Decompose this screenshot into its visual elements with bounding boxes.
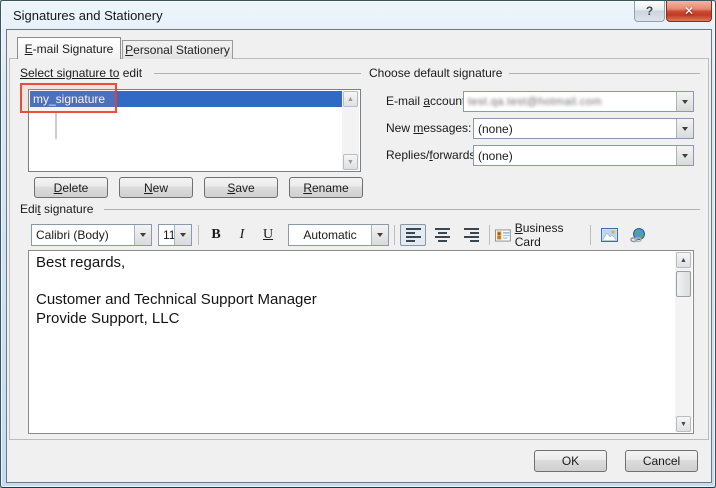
new-button[interactable]: New: [119, 177, 193, 198]
align-right-icon: [464, 228, 479, 242]
business-card-icon: [495, 229, 511, 242]
align-center-button[interactable]: [429, 224, 455, 246]
annotation-artifact-line: [55, 113, 57, 139]
close-button[interactable]: ✕: [666, 1, 712, 22]
group-divider: [154, 73, 361, 74]
align-right-button[interactable]: [458, 224, 484, 246]
button-label: OK: [562, 454, 579, 468]
dropdown-arrow-icon[interactable]: [134, 225, 151, 245]
window-title: Signatures and Stationery: [13, 8, 163, 23]
signatures-and-stationery-dialog: Signatures and Stationery ? ✕ E-mail Sig…: [0, 0, 716, 488]
signature-list-scrollbar[interactable]: ▲ ▼: [342, 91, 359, 170]
dropdown-arrow-icon[interactable]: [676, 119, 693, 138]
highlight-annotation-rect: [20, 83, 117, 113]
group-divider: [104, 209, 700, 210]
delete-button[interactable]: Delete: [34, 177, 108, 198]
rename-button[interactable]: Rename: [289, 177, 363, 198]
button-label: Cancel: [643, 454, 680, 468]
help-icon: ?: [646, 4, 653, 18]
font-size-select[interactable]: 11: [158, 224, 192, 246]
scroll-up-icon[interactable]: ▲: [343, 91, 358, 107]
email-account-label: E-mail account:: [386, 94, 469, 108]
dropdown-arrow-icon[interactable]: [676, 146, 693, 165]
signature-editor[interactable]: Best regards, Customer and Technical Sup…: [28, 250, 694, 434]
save-button[interactable]: Save: [204, 177, 278, 198]
tab-label: Personal Stationery: [125, 43, 230, 57]
tab-personal-stationery[interactable]: Personal Stationery: [122, 40, 233, 59]
font-color-value: Automatic: [289, 228, 371, 242]
insert-picture-button[interactable]: [596, 224, 622, 246]
font-family-select[interactable]: Calibri (Body): [31, 224, 152, 246]
italic-icon: I: [240, 227, 245, 243]
editor-scrollbar[interactable]: ▲ ▼: [675, 252, 692, 432]
replies-forwards-select[interactable]: (none): [473, 145, 694, 166]
new-messages-label: New messages:: [386, 121, 471, 135]
dropdown-arrow-icon[interactable]: [174, 225, 191, 245]
font-color-select[interactable]: Automatic: [288, 224, 389, 246]
dropdown-arrow-icon[interactable]: [676, 92, 693, 111]
tab-label: E-mail Signature: [25, 42, 114, 56]
toolbar-separator: [394, 225, 395, 245]
signature-body-text[interactable]: Best regards, Customer and Technical Sup…: [36, 254, 671, 328]
font-family-value: Calibri (Body): [32, 228, 134, 242]
font-size-value: 11: [159, 228, 174, 242]
dropdown-arrow-icon[interactable]: [371, 225, 388, 245]
close-icon: ✕: [684, 4, 694, 18]
edit-signature-group-label: Edit signature: [20, 202, 93, 216]
button-label: Save: [227, 181, 254, 195]
bold-icon: B: [211, 227, 220, 243]
italic-button[interactable]: I: [230, 224, 254, 246]
align-left-icon: [406, 228, 421, 242]
replies-forwards-label: Replies/forwards:: [386, 148, 479, 162]
new-messages-select[interactable]: (none): [473, 118, 694, 139]
scrollbar-thumb[interactable]: [676, 271, 691, 297]
email-account-select[interactable]: test.qa.test@hotmail.com: [463, 91, 694, 112]
business-card-button[interactable]: Business Card: [495, 224, 587, 246]
bold-button[interactable]: B: [204, 224, 228, 246]
toolbar-separator: [198, 225, 199, 245]
replies-forwards-value: (none): [474, 149, 676, 163]
button-label: New: [144, 181, 168, 195]
insert-hyperlink-button[interactable]: [625, 224, 651, 246]
scroll-down-icon[interactable]: ▼: [343, 154, 358, 170]
picture-icon: [601, 228, 618, 242]
business-card-label: Business Card: [515, 221, 587, 249]
email-account-value: test.qa.test@hotmail.com: [464, 96, 676, 108]
group-divider: [509, 73, 700, 74]
button-label: Rename: [303, 181, 348, 195]
cancel-button[interactable]: Cancel: [625, 450, 698, 472]
help-button[interactable]: ?: [634, 1, 665, 22]
toolbar-separator: [590, 225, 591, 245]
choose-default-signature-group-label: Choose default signature: [369, 66, 502, 80]
scroll-down-icon[interactable]: ▼: [676, 416, 691, 432]
underline-button[interactable]: U: [256, 224, 280, 246]
underline-icon: U: [263, 227, 273, 243]
scroll-up-icon[interactable]: ▲: [676, 252, 691, 268]
toolbar-separator: [489, 225, 490, 245]
hyperlink-globe-icon: [630, 228, 646, 243]
ok-button[interactable]: OK: [534, 450, 607, 472]
tab-email-signature[interactable]: E-mail Signature: [17, 37, 121, 59]
select-signature-group-label: Select signature to edit: [20, 66, 142, 80]
align-center-icon: [435, 228, 450, 242]
new-messages-value: (none): [474, 122, 676, 136]
button-label: Delete: [54, 181, 89, 195]
align-left-button[interactable]: [400, 224, 426, 246]
